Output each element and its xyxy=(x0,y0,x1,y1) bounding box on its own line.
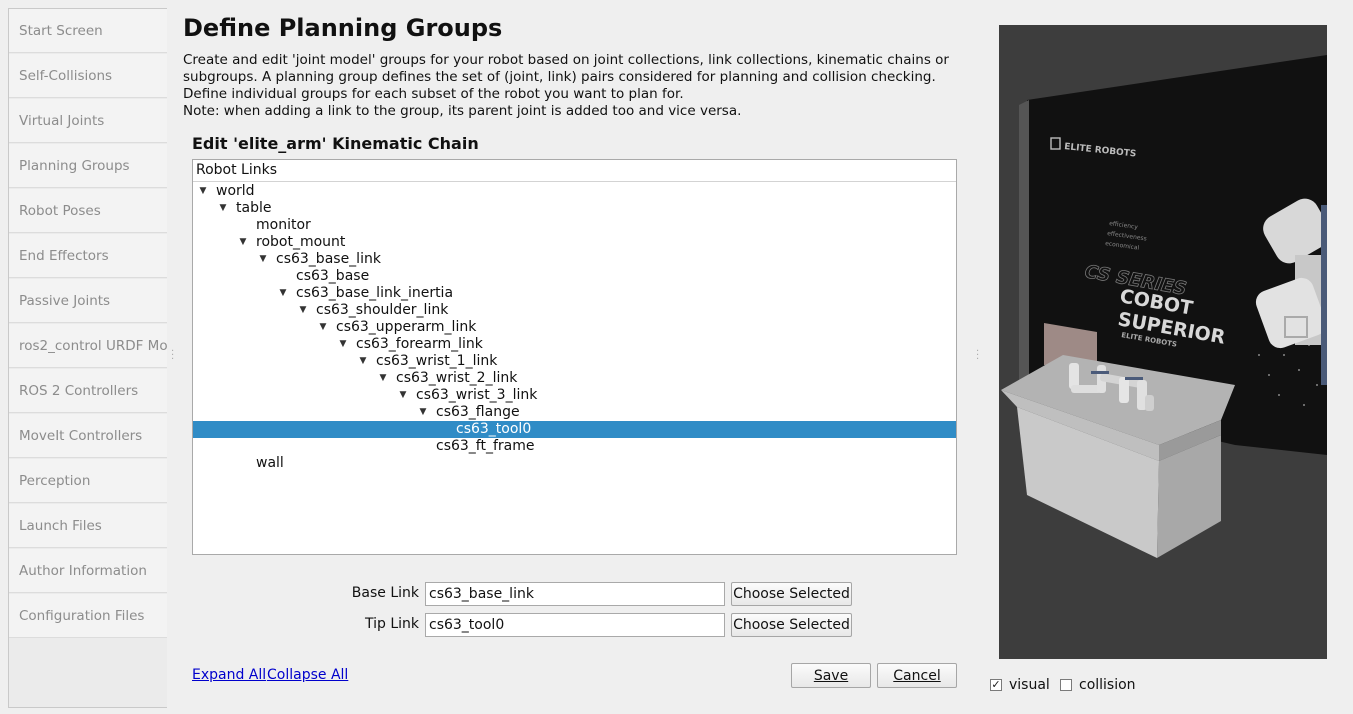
tree-row-label: wall xyxy=(256,455,284,471)
save-button-label: Save xyxy=(813,667,849,684)
expand-arrow-icon[interactable]: ▼ xyxy=(318,319,328,336)
tree-row[interactable]: cs63_ft_frame xyxy=(193,438,956,455)
expand-arrow-icon[interactable]: ▼ xyxy=(218,200,228,217)
tree-row[interactable]: ▼ cs63_wrist_2_link xyxy=(193,370,956,387)
tree-row[interactable]: ▼ cs63_shoulder_link xyxy=(193,302,956,319)
collision-checkbox[interactable] xyxy=(1060,679,1072,691)
expand-arrow-icon[interactable]: ▼ xyxy=(298,302,308,319)
tree-row[interactable]: ▼ cs63_forearm_link xyxy=(193,336,956,353)
tree-row-label: cs63_flange xyxy=(436,404,520,420)
tree-row-label: monitor xyxy=(256,217,311,233)
tree-row[interactable]: ▼ cs63_flange xyxy=(193,404,956,421)
tree-row[interactable]: ▼ robot_mount xyxy=(193,234,956,251)
tree-row[interactable]: monitor xyxy=(193,217,956,234)
tree-row-label: cs63_ft_frame xyxy=(436,438,535,454)
tree-header: Robot Links xyxy=(193,160,956,182)
page-description: Create and edit 'joint model' groups for… xyxy=(183,52,973,120)
tree-row[interactable]: ▼ cs63_wrist_3_link xyxy=(193,387,956,404)
tree-row-label: cs63_wrist_2_link xyxy=(396,370,518,386)
tree-body: ▼ world ▼ table monitor ▼ robot_mount ▼ cs63_bas… xyxy=(193,182,956,472)
sidebar-item-start-screen[interactable]: Start Screen xyxy=(9,9,167,53)
sidebar-item-configuration-files[interactable]: Configuration Files xyxy=(9,594,167,638)
tree-row-label: cs63_tool0 xyxy=(456,421,532,437)
sidebar-item-virtual-joints[interactable]: Virtual Joints xyxy=(9,99,167,143)
sidebar-item-end-effectors[interactable]: End Effectors xyxy=(9,234,167,278)
visual-checkbox[interactable]: ✓ xyxy=(990,679,1002,691)
tree-row-label: robot_mount xyxy=(256,234,346,250)
sidebar-item-planning-groups[interactable]: Planning Groups xyxy=(9,144,167,188)
description-line: Note: when adding a link to the group, i… xyxy=(183,103,742,119)
viewport-splitter[interactable]: · · · xyxy=(976,347,979,365)
expand-arrow-icon[interactable]: ▼ xyxy=(278,285,288,302)
scene-render: ELITE ROBOTS efficiency effectiveness ec… xyxy=(999,25,1327,659)
section-title: Edit 'elite_arm' Kinematic Chain xyxy=(192,134,479,153)
tip-link-label: Tip Link xyxy=(364,616,419,632)
tree-row[interactable]: ▼ cs63_upperarm_link xyxy=(193,319,956,336)
tree-row-label: cs63_forearm_link xyxy=(356,336,483,352)
tree-row-label: cs63_wrist_1_link xyxy=(376,353,498,369)
tree-row-label: cs63_upperarm_link xyxy=(336,319,477,335)
sidebar-item-ros-2-controllers[interactable]: ROS 2 Controllers xyxy=(9,369,167,413)
tree-row[interactable]: wall xyxy=(193,455,956,472)
tree-row-label: cs63_base_link xyxy=(276,251,381,267)
tree-row[interactable]: ▼ cs63_wrist_1_link xyxy=(193,353,956,370)
check-mark-icon: ✓ xyxy=(991,678,1001,691)
collision-label: collision xyxy=(1079,677,1136,693)
expand-arrow-icon[interactable]: ▼ xyxy=(418,404,428,421)
tip-link-choose-selected-button[interactable]: Choose Selected xyxy=(731,613,852,637)
sidebar-item-perception[interactable]: Perception xyxy=(9,459,167,503)
base-link-choose-selected-button[interactable]: Choose Selected xyxy=(731,582,852,606)
collapse-all-link[interactable]: Collapse All xyxy=(267,667,348,683)
cancel-button[interactable]: Cancel xyxy=(877,663,957,688)
description-line: Create and edit 'joint model' groups for… xyxy=(183,52,949,68)
expand-arrow-icon[interactable]: ▼ xyxy=(338,336,348,353)
tree-row-label: cs63_base xyxy=(296,268,370,284)
robot-links-tree[interactable]: Robot Links ▼ world ▼ table monitor ▼ robot_mo… xyxy=(192,159,957,555)
expand-arrow-icon[interactable]: ▼ xyxy=(378,370,388,387)
sidebar-item-launch-files[interactable]: Launch Files xyxy=(9,504,167,548)
sidebar-splitter[interactable]: · · · xyxy=(171,347,174,365)
tree-row[interactable]: ▼ world xyxy=(193,183,956,200)
base-link-label: Base Link xyxy=(351,585,419,601)
expand-arrow-icon[interactable]: ▼ xyxy=(398,387,408,404)
sidebar-item-robot-poses[interactable]: Robot Poses xyxy=(9,189,167,233)
tree-row-label: table xyxy=(236,200,272,216)
expand-all-link[interactable]: Expand All xyxy=(192,667,266,683)
sidebar-item-author-information[interactable]: Author Information xyxy=(9,549,167,593)
tree-row-label: cs63_shoulder_link xyxy=(316,302,449,318)
cancel-button-label: Cancel xyxy=(893,667,941,684)
page-title: Define Planning Groups xyxy=(183,14,503,42)
tree-row[interactable]: cs63_base xyxy=(193,268,956,285)
tree-row-label: cs63_base_link_inertia xyxy=(296,285,454,301)
description-line: subgroups. A planning group defines the … xyxy=(183,69,936,85)
tip-link-input[interactable] xyxy=(425,613,725,637)
save-button[interactable]: Save xyxy=(791,663,871,688)
expand-arrow-icon[interactable]: ▼ xyxy=(358,353,368,370)
tree-row[interactable]: ▼ cs63_base_link_inertia xyxy=(193,285,956,302)
sidebar-item-self-collisions[interactable]: Self-Collisions xyxy=(9,54,167,98)
sidebar-item-ros2-control-urdf-mod[interactable]: ros2_control URDF Mod xyxy=(9,324,167,368)
robot-3d-viewport[interactable]: ELITE ROBOTS efficiency effectiveness ec… xyxy=(999,25,1327,659)
sidebar-item-moveit-controllers[interactable]: MoveIt Controllers xyxy=(9,414,167,458)
visual-label: visual xyxy=(1009,677,1050,693)
tree-row[interactable]: ▼ table xyxy=(193,200,956,217)
sidebar-item-passive-joints[interactable]: Passive Joints xyxy=(9,279,167,323)
base-link-input[interactable] xyxy=(425,582,725,606)
expand-arrow-icon[interactable]: ▼ xyxy=(198,183,208,200)
wizard-sidebar: Start Screen Self-Collisions Virtual Joint… xyxy=(8,8,167,708)
tree-row-label: world xyxy=(216,183,255,199)
tree-row[interactable]: ▼ cs63_base_link xyxy=(193,251,956,268)
expand-arrow-icon[interactable]: ▼ xyxy=(238,234,248,251)
expand-arrow-icon[interactable]: ▼ xyxy=(258,251,268,268)
tree-row-label: cs63_wrist_3_link xyxy=(416,387,538,403)
tree-row[interactable]: cs63_tool0 xyxy=(193,421,956,438)
description-line: Define individual groups for each subset… xyxy=(183,86,684,102)
